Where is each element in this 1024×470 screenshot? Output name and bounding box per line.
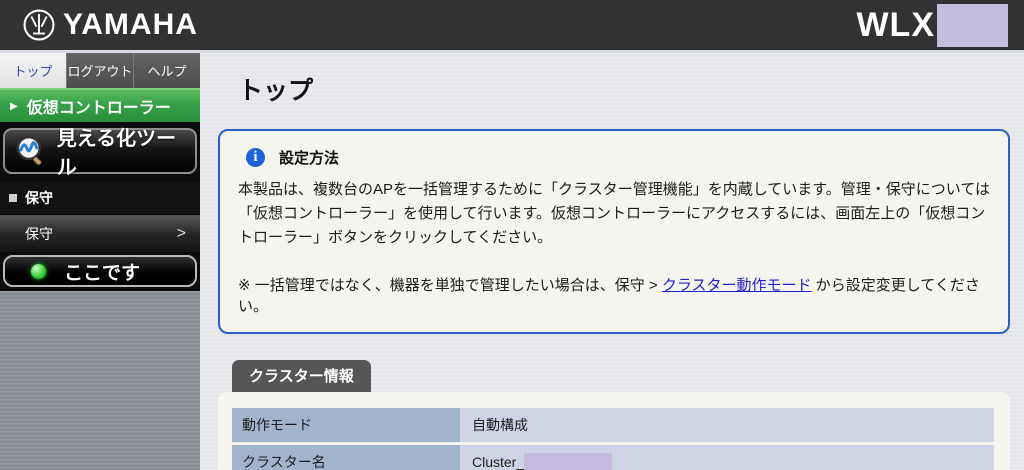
here-button[interactable]: ここです [3,255,197,287]
virtual-controller-button[interactable]: ▶ 仮想コントローラー [0,88,200,122]
tab-top[interactable]: トップ [0,53,66,88]
visualization-tool-label: 見える化ツール [56,128,177,179]
model-redaction-box [937,3,1008,47]
cluster-table: 動作モード自動構成クラスター名Cluster_仮想コントローラーのIPアドレス [232,408,994,470]
chevron-right-icon: > [176,224,186,242]
sidebar-filler [0,291,200,470]
top-header: YAMAHA WLX [0,0,1024,53]
info-box: i 設定方法 本製品は、複数台のAPを一括管理するために「クラスター管理機能」を… [218,129,1010,334]
brand: YAMAHA [0,8,198,42]
row-label: クラスター名 [232,445,460,470]
square-bullet-icon [9,194,17,202]
magnifier-wave-icon [16,135,42,166]
model-prefix: WLX [856,5,935,44]
info-box-note: ※ 一括管理ではなく、機器を単独で管理したい場合は、保守 > クラスター動作モー… [238,274,990,316]
brand-name: YAMAHA [63,8,198,41]
tool-button-area: 見える化ツール [0,122,200,182]
note-prefix: ※ 一括管理ではなく、機器を単独で管理したい場合は、保守 > [238,277,662,294]
visualization-tool-button[interactable]: 見える化ツール [3,128,197,179]
cluster-info-section-tab: クラスター情報 [232,360,371,392]
info-icon: i [246,148,265,167]
model-name: WLX [856,3,1024,47]
table-row: クラスター名 Cluster_ [232,445,994,470]
cluster-mode-link[interactable]: クラスター動作モード [662,277,812,294]
tab-help[interactable]: ヘルプ [133,53,200,88]
virtual-controller-label: 仮想コントローラー [26,100,171,117]
info-box-body: 本製品は、複数台のAPを一括管理するために「クラスター管理機能」を内蔵しています… [238,181,991,246]
maintenance-item-label: 保守 [25,225,53,242]
maintenance-section-label: 保守 [25,190,53,206]
table-row: 動作モード 自動構成 [232,408,994,442]
sidebar-item-maintenance[interactable]: 保守 > [0,214,200,252]
maintenance-section-header: 保守 [0,182,200,214]
row-label: 動作モード [232,408,460,442]
here-button-label: ここです [64,262,141,284]
app-window: YAMAHA WLX トップ ログアウト ヘルプ ▶ 仮想コントローラー 見える… [0,0,1024,470]
yamaha-logo-icon [23,9,55,41]
tab-logout[interactable]: ログアウト [66,53,133,88]
page-title: トップ [238,77,314,105]
main-content: トップ i 設定方法 本製品は、複数台のAPを一括管理するために「クラスター管理… [200,53,1024,470]
green-status-dot-icon [31,263,46,279]
info-box-title: 設定方法 [279,150,340,167]
cluster-info-panel: 動作モード自動構成クラスター名Cluster_仮想コントローラーのIPアドレス [218,392,1010,470]
play-arrow-icon: ▶ [10,100,18,112]
row-value: Cluster_ [460,445,994,470]
here-button-area: ここです [0,252,200,291]
row-value: 自動構成 [460,408,994,442]
redaction-box [524,452,613,470]
sidebar: トップ ログアウト ヘルプ ▶ 仮想コントローラー 見える化ツール 保守 保守 … [0,53,200,470]
sidebar-tabbar: トップ ログアウト ヘルプ [0,53,200,88]
